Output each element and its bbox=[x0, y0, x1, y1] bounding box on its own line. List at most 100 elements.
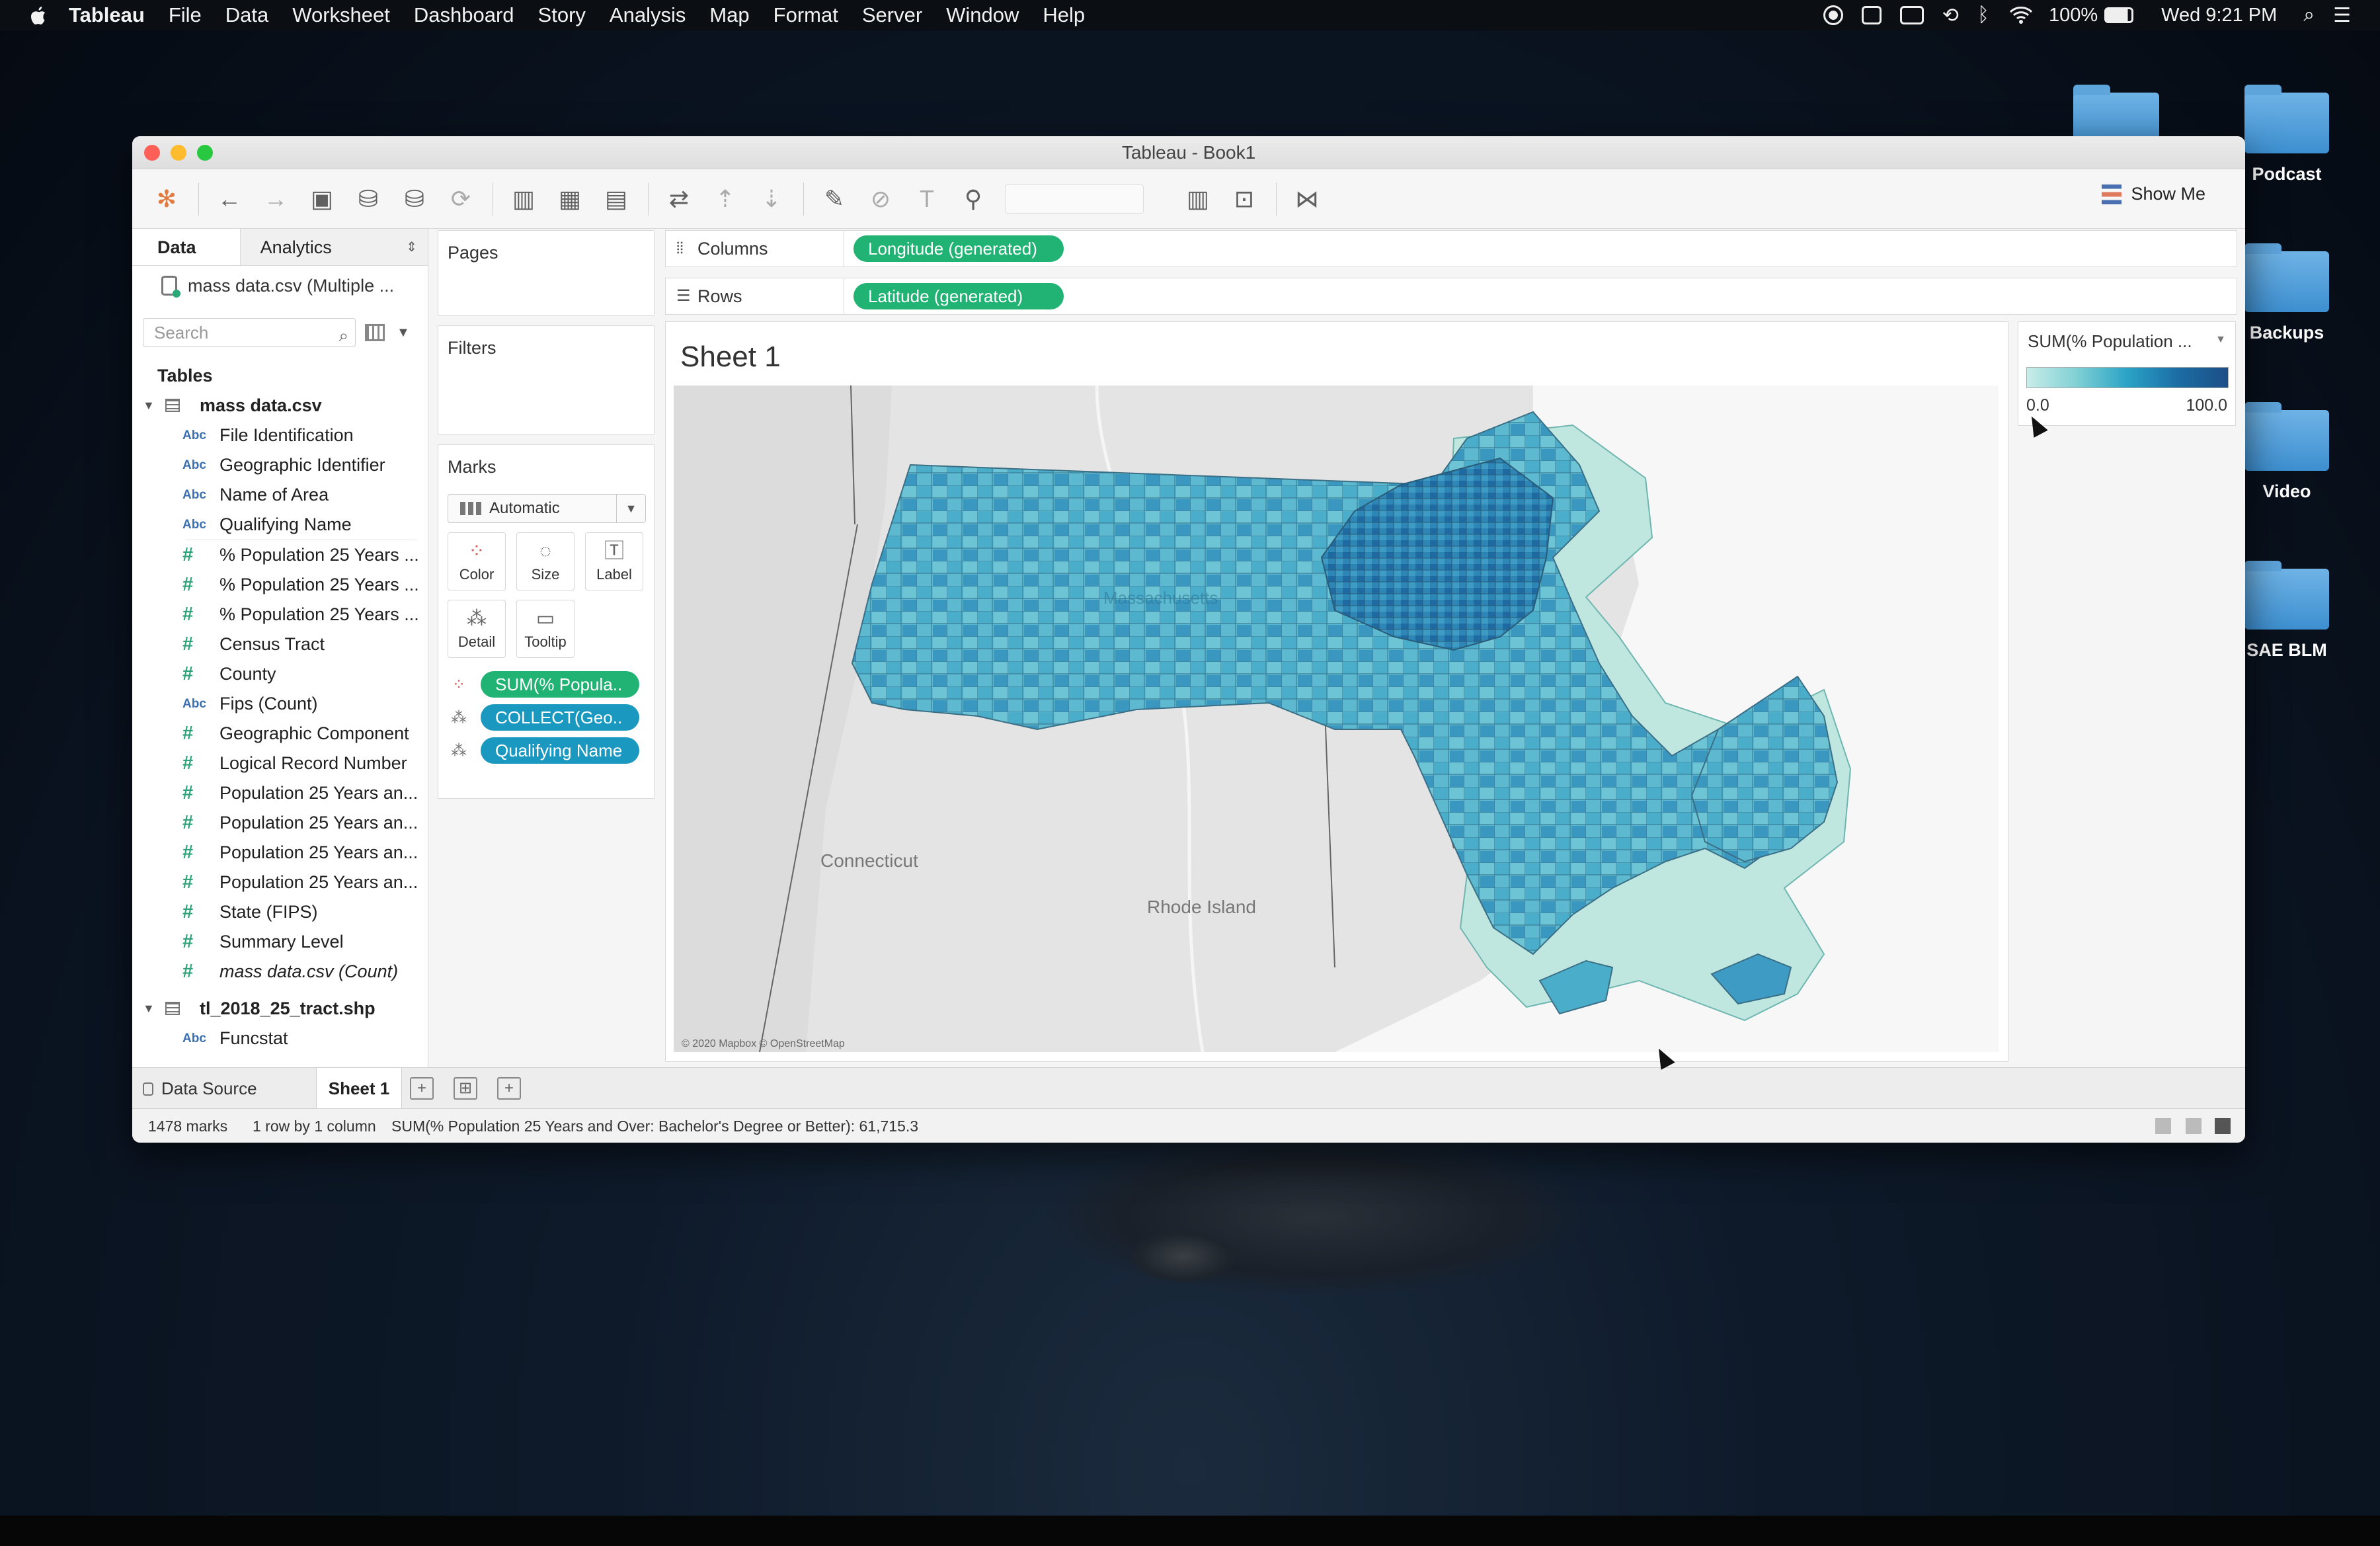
duplicate-sheet-icon[interactable]: ▦ bbox=[555, 184, 584, 214]
field-item[interactable]: # % Population 25 Years ... bbox=[132, 540, 428, 570]
rows-shelf[interactable]: ☰ Rows Latitude (generated) bbox=[665, 278, 2237, 315]
mark-type-dropdown[interactable]: Automatic ▼ bbox=[448, 494, 646, 523]
refresh-icon[interactable]: ⟳ bbox=[446, 184, 475, 214]
menu-server[interactable]: Server bbox=[862, 3, 922, 27]
view-data-icon[interactable] bbox=[365, 324, 385, 341]
tableau-logo-icon[interactable]: ✻ bbox=[152, 184, 181, 214]
new-worksheet-icon[interactable]: ▥ bbox=[509, 184, 538, 214]
menu-data[interactable]: Data bbox=[225, 3, 268, 27]
detail-button[interactable]: ⁂ Detail bbox=[448, 600, 506, 658]
new-worksheet-icon[interactable]: + bbox=[410, 1077, 434, 1100]
clock[interactable]: Wed 9:21 PM bbox=[2161, 5, 2277, 26]
field-item[interactable]: Abc File Identification bbox=[132, 421, 428, 450]
field-item[interactable]: Abc Funcstat bbox=[132, 1024, 428, 1053]
forward-icon[interactable]: → bbox=[261, 184, 290, 214]
back-icon[interactable]: ← bbox=[215, 184, 244, 214]
presentation-mode-icon[interactable]: ⊡ bbox=[1230, 184, 1259, 214]
table-mass-data[interactable]: ▼ mass data.csv bbox=[132, 390, 428, 421]
field-item[interactable]: # Population 25 Years an... bbox=[132, 778, 428, 808]
map-canvas[interactable]: Connecticut Rhode Island Massachusetts ©… bbox=[674, 386, 1999, 1052]
menu-help[interactable]: Help bbox=[1043, 3, 1085, 27]
desktop-folder-video[interactable]: Video bbox=[2237, 402, 2336, 502]
desktop-folder-sae-blm[interactable]: SAE BLM bbox=[2237, 561, 2336, 661]
field-item[interactable]: # Logical Record Number bbox=[132, 749, 428, 778]
chevron-down-icon[interactable]: ▼ bbox=[2215, 334, 2226, 346]
field-item[interactable]: # Summary Level bbox=[132, 927, 428, 957]
field-item[interactable]: # State (FIPS) bbox=[132, 897, 428, 927]
chevron-down-icon[interactable]: ▼ bbox=[397, 325, 410, 341]
field-item[interactable]: Abc Fips (Count) bbox=[132, 689, 428, 719]
tab-data[interactable]: Data bbox=[132, 229, 241, 265]
fix-axes-icon[interactable]: ⚲ bbox=[959, 184, 988, 214]
field-item[interactable]: # Geographic Component bbox=[132, 719, 428, 749]
search-input[interactable]: Search ⌕ bbox=[143, 318, 356, 347]
field-item[interactable]: Abc Qualifying Name bbox=[132, 510, 428, 540]
collapse-icon[interactable]: ▼ bbox=[143, 1002, 165, 1016]
pill-collect-geo[interactable]: COLLECT(Geo.. bbox=[481, 704, 639, 731]
data-source-item[interactable]: mass data.csv (Multiple ... bbox=[132, 266, 428, 305]
minimize-window-button[interactable] bbox=[171, 145, 186, 161]
notification-icon[interactable] bbox=[1861, 6, 1882, 24]
tab-data-source[interactable]: Data Source bbox=[143, 1068, 257, 1109]
field-item[interactable]: # % Population 25 Years ... bbox=[132, 600, 428, 630]
field-item[interactable]: # Population 25 Years an... bbox=[132, 808, 428, 838]
wifi-icon[interactable] bbox=[2008, 5, 2034, 25]
new-dashboard-icon[interactable]: ⊞ bbox=[454, 1077, 477, 1100]
sort-descending-icon[interactable]: ⇣ bbox=[757, 184, 786, 214]
map-svg[interactable]: Connecticut Rhode Island Massachusetts ©… bbox=[674, 386, 1999, 1052]
tab-sheet-1[interactable]: Sheet 1 bbox=[316, 1068, 402, 1109]
tab-grid-view-icon[interactable] bbox=[2155, 1118, 2171, 1134]
filmstrip-view-icon[interactable] bbox=[2186, 1118, 2202, 1134]
menu-window[interactable]: Window bbox=[946, 3, 1019, 27]
show-cards-icon[interactable]: ▥ bbox=[1183, 184, 1212, 214]
sheet-title[interactable]: Sheet 1 bbox=[680, 341, 781, 374]
spotlight-icon[interactable]: ⌕ bbox=[2303, 4, 2315, 26]
close-window-button[interactable] bbox=[144, 145, 160, 161]
save-icon[interactable]: ▣ bbox=[307, 184, 337, 214]
field-item[interactable]: Abc Geographic Identifier bbox=[132, 450, 428, 480]
desktop-folder-podcast[interactable]: Podcast bbox=[2237, 85, 2336, 184]
clear-sheet-icon[interactable]: ▤ bbox=[602, 184, 631, 214]
pill-sum-population[interactable]: SUM(% Popula.. bbox=[481, 671, 639, 698]
size-button[interactable]: ◌ Size bbox=[516, 532, 575, 590]
pill-latitude[interactable]: Latitude (generated) bbox=[853, 283, 1064, 309]
field-item[interactable]: # mass data.csv (Count) bbox=[132, 957, 428, 987]
menu-worksheet[interactable]: Worksheet bbox=[292, 3, 390, 27]
field-item[interactable]: # % Population 25 Years ... bbox=[132, 570, 428, 600]
menu-file[interactable]: File bbox=[169, 3, 202, 27]
battery-icon[interactable] bbox=[2104, 7, 2134, 23]
menu-story[interactable]: Story bbox=[538, 3, 586, 27]
bluetooth-icon[interactable]: ᛒ bbox=[1977, 4, 1989, 26]
color-button[interactable]: ⁘ Color bbox=[448, 532, 506, 590]
pages-card[interactable]: Pages bbox=[438, 230, 654, 316]
field-item[interactable]: # Population 25 Years an... bbox=[132, 838, 428, 868]
label-button[interactable]: 🅃 Label bbox=[585, 532, 643, 590]
field-item[interactable]: # Census Tract bbox=[132, 630, 428, 659]
apple-menu-icon[interactable] bbox=[29, 5, 46, 25]
menu-map[interactable]: Map bbox=[709, 3, 749, 27]
menu-format[interactable]: Format bbox=[774, 3, 838, 27]
tooltip-button[interactable]: ▭ Tooltip bbox=[516, 600, 575, 658]
field-item[interactable]: # Population 25 Years an... bbox=[132, 868, 428, 897]
show-mark-labels-icon[interactable]: T bbox=[912, 184, 941, 214]
menu-analysis[interactable]: Analysis bbox=[610, 3, 686, 27]
show-me-button[interactable]: Show Me bbox=[2102, 184, 2205, 204]
pause-updates-icon[interactable]: ⛁ bbox=[400, 184, 429, 214]
fit-dropdown[interactable] bbox=[1005, 184, 1144, 214]
tab-analytics[interactable]: Analytics ⇕ bbox=[241, 229, 428, 265]
display-icon[interactable] bbox=[1899, 6, 1924, 24]
columns-shelf[interactable]: ⦙⦙ Columns Longitude (generated) bbox=[665, 230, 2237, 267]
field-item[interactable]: Abc Name of Area bbox=[132, 480, 428, 510]
collapse-icon[interactable]: ▼ bbox=[143, 399, 165, 413]
pill-longitude[interactable]: Longitude (generated) bbox=[853, 235, 1064, 262]
tab-view-icon[interactable] bbox=[2215, 1118, 2231, 1134]
field-item[interactable]: # County bbox=[132, 659, 428, 689]
menu-app-tableau[interactable]: Tableau bbox=[69, 3, 145, 27]
filters-card[interactable]: Filters bbox=[438, 325, 654, 435]
share-icon[interactable]: ⋈ bbox=[1292, 184, 1322, 214]
color-legend[interactable]: SUM(% Population ... ▼ 0.0 100.0 bbox=[2018, 321, 2236, 426]
sort-ascending-icon[interactable]: ⇡ bbox=[711, 184, 740, 214]
group-members-icon[interactable]: ⊘ bbox=[866, 184, 895, 214]
record-icon[interactable] bbox=[1823, 5, 1843, 25]
pill-qualifying-name[interactable]: Qualifying Name bbox=[481, 737, 639, 764]
